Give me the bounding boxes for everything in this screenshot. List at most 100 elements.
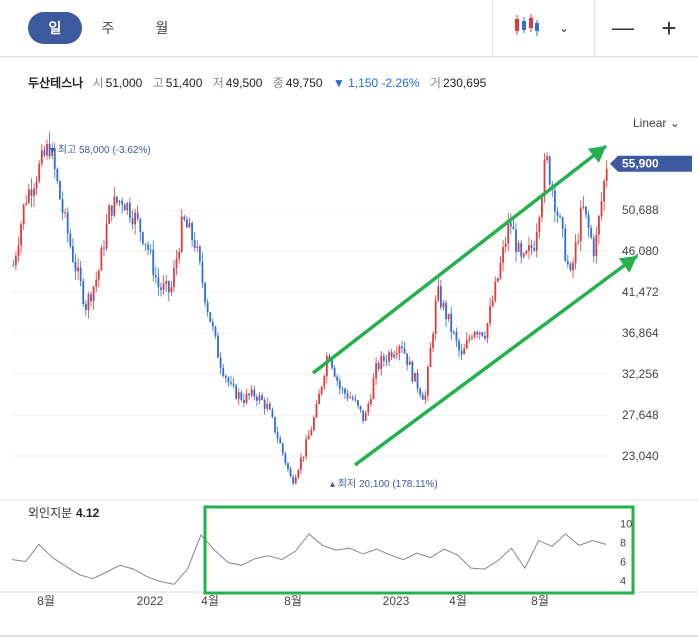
candle-body	[105, 223, 108, 249]
candle-body	[139, 218, 142, 233]
lower-trend-arrow-head	[618, 256, 637, 273]
candle-body	[504, 243, 507, 248]
candle-body	[227, 377, 230, 383]
upper-trend-arrow-head	[587, 146, 606, 163]
candle-body	[494, 281, 497, 301]
x-tick-label: 4월	[449, 594, 467, 608]
candle-body	[154, 275, 157, 278]
candle-body	[375, 362, 377, 379]
candle-body	[357, 400, 359, 406]
candle-body	[478, 332, 481, 335]
candle-body	[419, 388, 422, 395]
candle-body	[541, 196, 543, 218]
candle-body	[336, 376, 339, 381]
y-tick-label: 23,040	[622, 449, 659, 463]
candle-body	[460, 350, 463, 355]
price-axis: 23,040 27,648 32,256 36,864 41,472 46,080 50,6…	[610, 155, 692, 463]
y-tick-label: 46,080	[622, 244, 659, 258]
candle-body	[416, 373, 419, 389]
candle-body	[388, 352, 390, 362]
candle-body	[530, 245, 533, 249]
candle-body	[406, 353, 409, 365]
candle-body	[126, 202, 129, 211]
candle-body	[136, 212, 139, 219]
candle-body	[196, 246, 199, 249]
candle-body	[206, 302, 209, 313]
y-tick-label: 27,648	[622, 408, 659, 422]
candle-body	[369, 399, 372, 405]
candle-body	[468, 338, 471, 341]
candle-body	[79, 267, 82, 282]
candle-body	[237, 392, 240, 399]
candle-body	[579, 207, 582, 242]
candle-body	[35, 181, 38, 189]
candle-body	[509, 222, 512, 227]
candle-body	[572, 262, 574, 271]
candle-body	[297, 469, 300, 478]
candle-body	[294, 477, 297, 484]
candle-body	[160, 287, 162, 290]
candle-body	[61, 199, 64, 213]
candle-body	[131, 218, 134, 225]
candle-body	[230, 382, 232, 384]
candle-body	[315, 404, 318, 418]
candle-body	[538, 217, 541, 233]
candle-body	[587, 214, 590, 228]
candle-body	[46, 143, 48, 156]
candle-body	[116, 196, 118, 203]
candle-body	[141, 232, 144, 244]
candle-body	[486, 323, 489, 339]
candle-body	[71, 246, 74, 262]
candle-body	[600, 201, 603, 217]
candle-body	[403, 348, 406, 354]
candle-body	[157, 277, 160, 288]
x-tick-label: 2022	[137, 594, 164, 608]
candle-body	[217, 335, 219, 358]
candle-body	[305, 439, 308, 457]
candle-body	[123, 204, 126, 211]
candle-body	[43, 150, 46, 156]
candle-body	[113, 196, 116, 216]
candle-body	[455, 332, 458, 341]
candle-body	[590, 227, 593, 238]
candle-body	[496, 278, 499, 282]
candle-body	[90, 294, 92, 302]
candle-body	[535, 232, 538, 251]
candle-body	[27, 189, 30, 203]
candle-body	[263, 399, 266, 409]
candle-body	[201, 261, 204, 284]
candle-body	[118, 200, 121, 203]
candle-body	[484, 335, 486, 339]
candle-body	[424, 395, 427, 400]
candle-body	[110, 205, 113, 216]
candle-body	[499, 262, 502, 279]
candle-body	[566, 260, 569, 264]
candle-body	[411, 361, 414, 382]
high-marker-label: ▾ 최고 58,000 (-3.62%)	[50, 144, 151, 156]
candle-body	[559, 215, 561, 218]
candle-body	[204, 283, 206, 303]
candle-body	[84, 303, 87, 310]
x-tick-label: 8월	[37, 594, 55, 608]
candle-body	[325, 355, 328, 377]
candle-body	[300, 457, 302, 470]
candle-body	[12, 265, 15, 267]
candle-body	[341, 388, 344, 390]
candle-body	[380, 356, 383, 370]
candle-body	[167, 281, 170, 293]
candle-body	[458, 340, 460, 351]
candle-body	[235, 385, 238, 399]
candle-body	[134, 212, 136, 225]
candle-body	[426, 366, 429, 396]
candle-body	[408, 361, 411, 365]
candle-body	[553, 190, 556, 212]
candle-body	[214, 326, 217, 336]
candle-body	[243, 400, 245, 403]
candle-body	[489, 306, 492, 324]
candle-body	[33, 188, 35, 196]
candle-body	[429, 347, 432, 367]
candle-body	[574, 242, 577, 263]
candle-body	[331, 360, 333, 368]
candle-body	[258, 395, 261, 401]
candle-body	[149, 249, 152, 251]
